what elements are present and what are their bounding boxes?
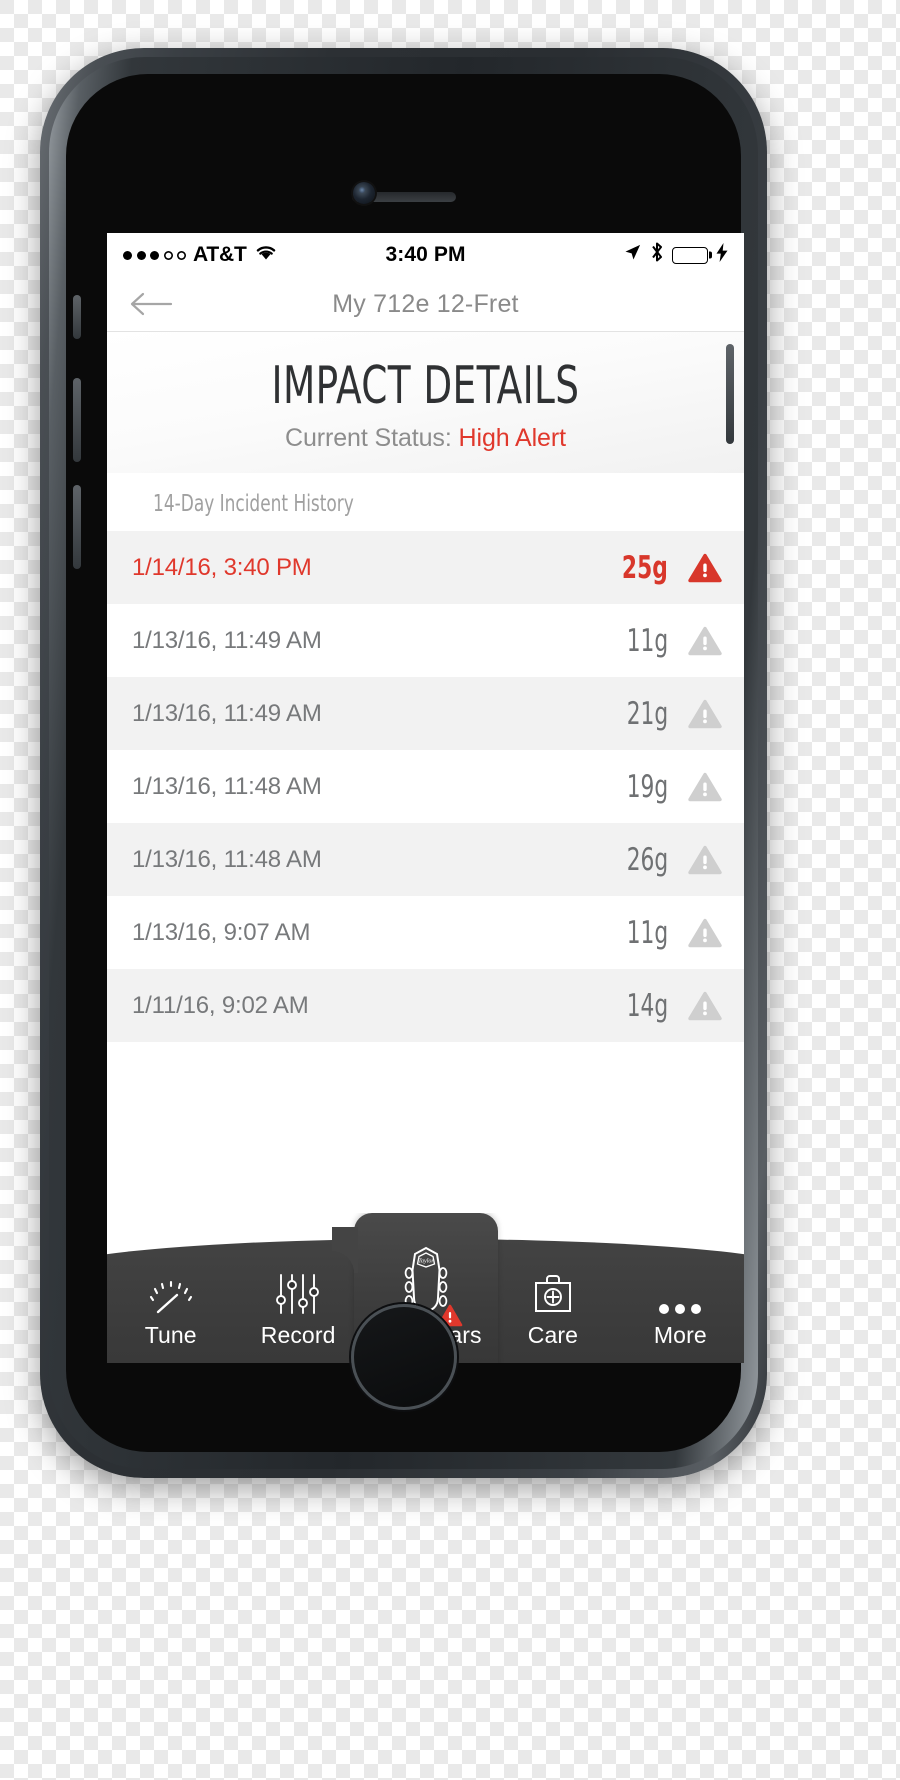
tab-more[interactable]: More (617, 1264, 744, 1363)
warning-triangle-icon (686, 624, 724, 658)
tab-label: Tune (144, 1322, 197, 1348)
bluetooth-icon (650, 241, 664, 269)
phone-screen: AT&T 3:40 PM My 712e 12-Fret IMPACT DETA… (107, 233, 744, 1363)
incident-timestamp: 1/13/16, 9:07 AM (132, 918, 311, 946)
impact-details-heading: IMPACT DETAILS (271, 356, 580, 416)
signal-dot-3 (150, 250, 159, 260)
current-status-value: High Alert (458, 424, 566, 452)
incident-value: 26g (626, 841, 668, 878)
battery-icon (672, 246, 709, 264)
warning-triangle-icon (686, 551, 724, 585)
wifi-icon (254, 243, 278, 267)
incident-timestamp: 1/13/16, 11:49 AM (132, 699, 322, 727)
incident-value: 14g (626, 987, 668, 1024)
incident-value: 19g (626, 768, 668, 805)
tab-record[interactable]: Record (234, 1264, 361, 1363)
silent-switch[interactable] (73, 295, 81, 339)
incident-timestamp: 1/13/16, 11:48 AM (132, 772, 322, 800)
table-row[interactable]: 1/13/16, 9:07 AM 11g (107, 896, 744, 969)
warning-triangle-icon (686, 770, 724, 804)
page-title: My 712e 12-Fret (332, 289, 519, 318)
warning-triangle-icon (686, 843, 724, 877)
warning-triangle-icon (686, 989, 724, 1023)
current-status-label: Current Status: (285, 424, 452, 452)
incident-history-label: 14-Day Incident History (107, 473, 744, 531)
current-status-line: Current Status: High Alert (107, 424, 744, 453)
incident-value: 25g (622, 549, 668, 586)
screenshot-stage: AT&T 3:40 PM My 712e 12-Fret IMPACT DETA… (0, 0, 900, 1780)
tab-label: Care (527, 1322, 579, 1348)
phone-bezel: AT&T 3:40 PM My 712e 12-Fret IMPACT DETA… (49, 57, 758, 1469)
back-arrow-icon (130, 292, 173, 316)
incident-value: 21g (626, 695, 668, 732)
phone-device: AT&T 3:40 PM My 712e 12-Fret IMPACT DETA… (40, 48, 767, 1478)
lightning-bolt-icon (716, 242, 728, 268)
home-button[interactable] (350, 1304, 457, 1410)
tab-label: More (653, 1322, 707, 1348)
warning-triangle-icon (686, 916, 724, 950)
status-bar-right (466, 241, 728, 269)
incident-timestamp: 1/13/16, 11:48 AM (132, 845, 322, 873)
table-row[interactable]: 1/13/16, 11:49 AM 11g (107, 604, 744, 677)
table-row[interactable]: 1/14/16, 3:40 PM 25g (107, 531, 744, 604)
tuner-gauge-icon (144, 1264, 198, 1316)
hero-section: IMPACT DETAILS Current Status: High Aler… (107, 332, 744, 473)
back-button[interactable] (129, 287, 173, 321)
table-row[interactable]: 1/13/16, 11:49 AM 21g (107, 677, 744, 750)
incident-timestamp: 1/14/16, 3:40 PM (132, 553, 312, 581)
front-camera (353, 182, 375, 204)
tab-tune[interactable]: Tune (107, 1264, 234, 1363)
table-row[interactable]: 1/13/16, 11:48 AM 26g (107, 823, 744, 896)
carrier-label: AT&T (193, 243, 247, 266)
sliders-icon (272, 1264, 324, 1316)
nav-bar: My 712e 12-Fret (107, 277, 744, 332)
incident-timestamp: 1/13/16, 11:49 AM (132, 626, 322, 654)
signal-dot-5 (177, 251, 186, 260)
signal-strength-dots (123, 250, 186, 260)
status-bar: AT&T 3:40 PM (107, 233, 744, 277)
incident-list: 1/14/16, 3:40 PM 25g 1/13/16, 11:49 AM 1… (107, 531, 744, 1213)
signal-dot-4 (164, 251, 173, 260)
tab-care[interactable]: Care (489, 1264, 616, 1363)
location-arrow-icon (623, 243, 642, 268)
power-button[interactable] (726, 344, 734, 444)
ellipsis-icon (654, 1264, 706, 1316)
phone-front-face: AT&T 3:40 PM My 712e 12-Fret IMPACT DETA… (66, 74, 744, 1452)
incident-value: 11g (626, 622, 668, 659)
status-bar-left: AT&T (123, 243, 385, 267)
status-bar-time: 3:40 PM (385, 243, 466, 266)
warning-triangle-icon (686, 697, 724, 731)
tab-label: Record (260, 1322, 336, 1348)
incident-value: 11g (626, 914, 668, 951)
signal-dot-1 (123, 250, 132, 260)
medical-bag-icon (529, 1264, 577, 1316)
signal-dot-2 (136, 250, 146, 260)
table-row[interactable]: 1/11/16, 9:02 AM 14g (107, 969, 744, 1042)
svg-text:Taylor: Taylor (418, 1259, 434, 1265)
table-row[interactable]: 1/13/16, 11:48 AM 19g (107, 750, 744, 823)
volume-up-button[interactable] (73, 378, 81, 462)
incident-timestamp: 1/11/16, 9:02 AM (132, 991, 309, 1019)
volume-down-button[interactable] (73, 485, 81, 569)
